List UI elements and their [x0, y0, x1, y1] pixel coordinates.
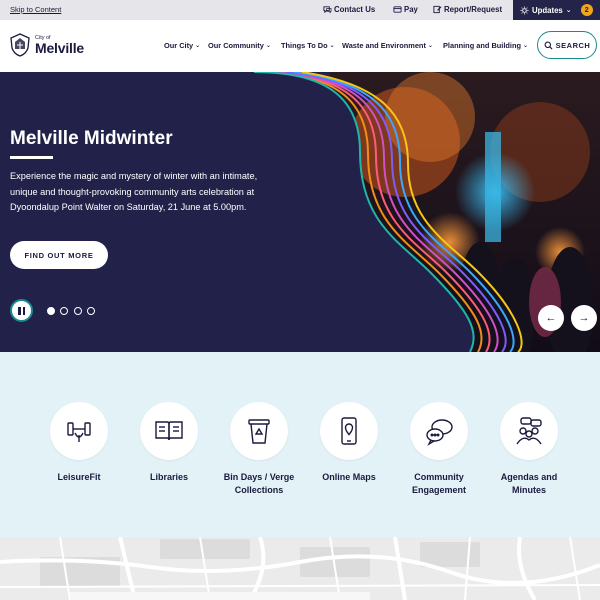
quick-link-online-maps[interactable]: Online Maps — [309, 402, 389, 484]
chevron-down-icon: ⌄ — [523, 43, 529, 49]
edit-icon — [433, 5, 442, 14]
hero-title-underline — [10, 156, 53, 159]
quick-link-label: Agendas and Minutes — [500, 472, 558, 495]
chat-icon — [323, 6, 332, 14]
map-preview[interactable] — [0, 537, 600, 600]
quick-link-label: Online Maps — [322, 472, 376, 482]
carousel-pause-button[interactable] — [10, 299, 33, 322]
logo-title: Melville — [35, 40, 84, 56]
skip-to-content-link[interactable]: Skip to Content — [10, 5, 61, 14]
chevron-down-icon: ⌄ — [329, 43, 335, 49]
quick-link-label: Community Engagement — [411, 472, 466, 495]
search-button[interactable]: SEARCH — [537, 31, 597, 59]
carousel-dot-1[interactable] — [47, 307, 55, 315]
nav-label: Waste and Environment — [342, 41, 426, 50]
carousel-dot-3[interactable] — [74, 307, 82, 315]
hero-carousel: Melville Midwinter Experience the magic … — [0, 72, 600, 352]
carousel-dot-2[interactable] — [60, 307, 68, 315]
quick-link-leisurefit[interactable]: LeisureFit — [39, 402, 119, 484]
contact-us-link[interactable]: Contact Us — [323, 5, 375, 14]
nav-label: Our City — [164, 41, 194, 50]
nav-label: Planning and Building — [443, 41, 522, 50]
quick-link-label: Libraries — [149, 472, 189, 482]
nav-our-city[interactable]: Our City ⌄ — [164, 41, 200, 50]
recycle-bin-icon — [248, 419, 270, 444]
quick-link-libraries[interactable]: Libraries — [129, 402, 209, 484]
nav-things-to-do[interactable]: Things To Do ⌄ — [281, 41, 335, 50]
nav-waste-and-environment[interactable]: Waste and Environment ⌄ — [342, 41, 433, 50]
find-out-more-button[interactable]: FIND OUT MORE — [10, 241, 108, 269]
nav-planning-and-building[interactable]: Planning and Building ⌄ — [443, 41, 528, 50]
search-icon — [544, 41, 553, 50]
report-request-label: Report/Request — [444, 5, 503, 14]
quick-link-circle — [140, 402, 198, 460]
pay-link[interactable]: Pay — [393, 5, 418, 14]
arrow-left-icon: ← — [545, 312, 557, 324]
chevron-down-icon: ⌄ — [565, 7, 572, 14]
utility-bar: Skip to Content Contact Us Pay Report/Re… — [0, 0, 600, 20]
chevron-down-icon: ⌄ — [265, 43, 271, 49]
contact-us-label: Contact Us — [334, 5, 376, 14]
nav-our-community[interactable]: Our Community ⌄ — [208, 41, 271, 50]
nav-label: Things To Do — [281, 41, 328, 50]
quick-link-circle — [230, 402, 288, 460]
chevron-down-icon: ⌄ — [427, 43, 433, 49]
quick-link-label: LeisureFit — [57, 472, 101, 482]
quick-link-circle — [50, 402, 108, 460]
hero-description: Experience the magic and mystery of wint… — [10, 171, 258, 212]
card-icon — [393, 6, 402, 13]
meeting-icon — [516, 417, 542, 445]
quick-link-bin-days[interactable]: Bin Days / Verge Collections — [219, 402, 299, 496]
sun-icon — [520, 5, 529, 15]
site-header: City of Melville Our City ⌄ Our Community… — [0, 20, 600, 72]
carousel-prev-button[interactable]: ← — [538, 305, 564, 331]
chat-bubbles-icon — [426, 419, 453, 446]
quick-link-community-engagement[interactable]: Community Engagement — [399, 402, 479, 496]
updates-button[interactable]: Updates ⌄ 2 — [513, 0, 600, 20]
quick-link-agendas-minutes[interactable]: Agendas and Minutes — [489, 402, 569, 496]
pause-icon-bar — [22, 306, 25, 315]
nav-label: Our Community — [208, 41, 264, 50]
book-icon — [155, 421, 183, 441]
carousel-next-button[interactable]: → — [571, 305, 597, 331]
quick-links-section: LeisureFit Libraries Bin Days / Verge Co… — [0, 352, 600, 537]
quick-link-circle — [320, 402, 378, 460]
map-image — [0, 537, 600, 600]
pause-icon-bar — [18, 306, 21, 315]
chevron-down-icon: ⌄ — [195, 43, 201, 49]
hero-title: Melville Midwinter — [10, 128, 173, 149]
map-pin-phone-icon — [341, 417, 357, 445]
quick-link-circle — [410, 402, 468, 460]
search-label: SEARCH — [555, 40, 591, 50]
city-of-melville-logo[interactable]: City of Melville — [9, 33, 84, 57]
quick-link-circle — [500, 402, 558, 460]
arrow-right-icon: → — [578, 312, 590, 324]
report-request-link[interactable]: Report/Request — [433, 5, 502, 14]
crest-icon — [10, 33, 30, 57]
pay-label: Pay — [404, 5, 418, 14]
updates-label: Updates — [532, 5, 563, 15]
updates-count-badge: 2 — [580, 4, 593, 16]
quick-link-label: Bin Days / Verge Collections — [223, 472, 295, 495]
carousel-dot-4[interactable] — [87, 307, 95, 315]
dumbbell-icon — [67, 422, 91, 442]
